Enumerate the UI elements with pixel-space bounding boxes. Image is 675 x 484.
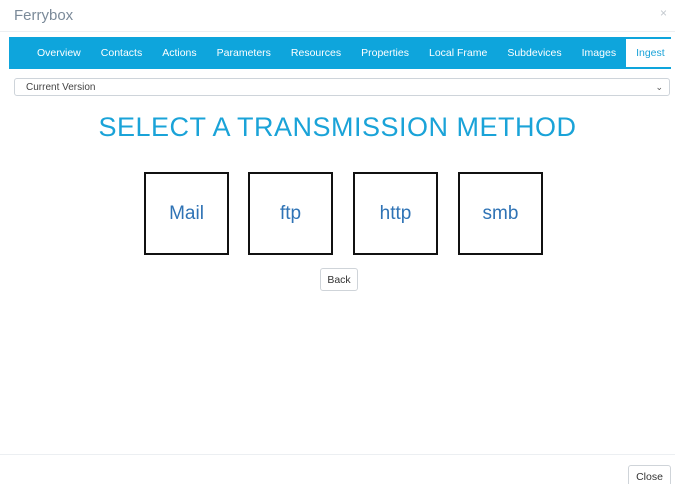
tab-local-frame[interactable]: Local Frame [419, 37, 497, 69]
tab-ingest[interactable]: Ingest [626, 39, 675, 67]
header-divider [0, 31, 675, 32]
method-http-button[interactable]: http [353, 172, 438, 255]
footer-divider [0, 454, 675, 455]
method-mail-button[interactable]: Mail [144, 172, 229, 255]
tab-images[interactable]: Images [572, 37, 626, 69]
tab-subdevices[interactable]: Subdevices [497, 37, 571, 69]
close-icon[interactable]: × [660, 6, 667, 20]
tab-resources[interactable]: Resources [281, 37, 351, 69]
page-heading: SELECT A TRANSMISSION METHOD [98, 112, 577, 142]
tab-contacts[interactable]: Contacts [91, 37, 152, 69]
tab-overview[interactable]: Overview [27, 37, 91, 69]
method-smb-button[interactable]: smb [458, 172, 543, 255]
close-button[interactable]: Close [628, 465, 671, 484]
chevron-down-icon: ⌄ [655, 81, 663, 92]
tab-parameters[interactable]: Parameters [207, 37, 281, 69]
version-select-value: Current Version [26, 81, 96, 93]
tab-bar: Overview Contacts Actions Parameters Res… [9, 37, 675, 69]
method-ftp-button[interactable]: ftp [248, 172, 333, 255]
version-select[interactable]: Current Version ⌄ [14, 78, 670, 96]
tab-properties[interactable]: Properties [351, 37, 419, 69]
tab-actions[interactable]: Actions [152, 37, 206, 69]
ingest-modal: Ferrybox × Overview Contacts Actions Par… [0, 0, 675, 484]
back-button[interactable]: Back [320, 268, 358, 291]
modal-title: Ferrybox [14, 7, 74, 24]
